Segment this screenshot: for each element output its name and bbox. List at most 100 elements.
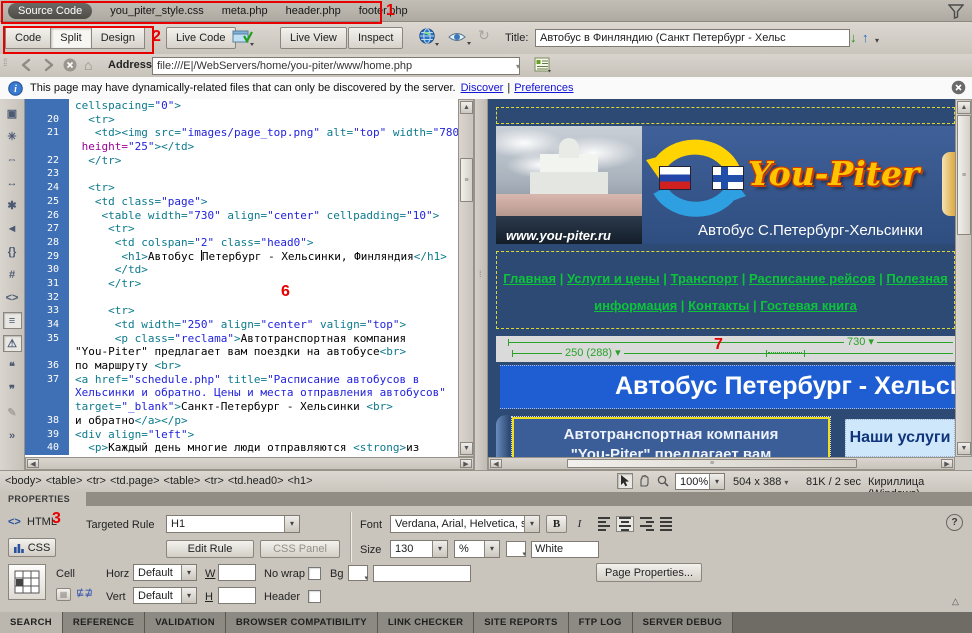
code-line[interactable]: 22 </tr> bbox=[25, 154, 458, 168]
code-view-button[interactable]: Code bbox=[5, 27, 51, 49]
home-icon[interactable]: ⌂ bbox=[84, 57, 92, 73]
italic-button[interactable]: I bbox=[570, 515, 589, 533]
scroll-down-icon[interactable]: ▼ bbox=[460, 442, 473, 455]
collapse-selection-icon[interactable]: ↔ bbox=[3, 174, 22, 191]
design-nav-link[interactable]: Расписание рейсов bbox=[749, 271, 875, 286]
targeted-rule-select[interactable]: H1▾ bbox=[166, 515, 300, 533]
text-color-input[interactable]: White bbox=[531, 541, 599, 558]
code-line[interactable]: 37<a href="schedule.php" title="Расписан… bbox=[25, 373, 458, 387]
open-documents-icon[interactable]: ▣ bbox=[3, 105, 22, 122]
visual-aids-eye-icon[interactable] bbox=[448, 29, 472, 46]
code-line[interactable]: Хельсинки и обратно. Цены и места отправ… bbox=[25, 386, 458, 400]
scroll-left-icon[interactable]: ◀ bbox=[27, 459, 39, 468]
help-icon[interactable]: ? bbox=[946, 514, 963, 531]
code-line[interactable]: 24 <tr> bbox=[25, 181, 458, 195]
design-vscrollbar[interactable]: ▲ ≡ ▼ bbox=[955, 99, 972, 457]
tab-css-file[interactable]: you_piter_style.css bbox=[110, 5, 204, 17]
view-list-icon[interactable] bbox=[534, 57, 552, 73]
font-select[interactable]: Verdana, Arial, Helvetica, sans-serif▾ bbox=[390, 515, 540, 533]
remove-comment-icon[interactable]: ❞ bbox=[3, 381, 22, 398]
design-h1[interactable]: Автобус Петербург - Хельсинки bbox=[500, 365, 955, 409]
code-line[interactable]: 40 <p>Каждый день многие люди отправляют… bbox=[25, 441, 458, 455]
address-dropdown-icon[interactable]: ▾ bbox=[516, 62, 520, 71]
forward-icon[interactable] bbox=[40, 57, 57, 73]
balance-braces-icon[interactable]: {} bbox=[3, 243, 22, 260]
size-select[interactable]: 130▾ bbox=[390, 540, 448, 558]
address-input[interactable]: file:///E|/WebServers/home/you-piter/www… bbox=[152, 57, 520, 75]
recent-snippets-icon[interactable]: » bbox=[3, 427, 22, 444]
scroll-left-icon[interactable]: ◀ bbox=[490, 459, 502, 468]
funnel-icon[interactable] bbox=[948, 4, 964, 19]
width-input[interactable] bbox=[218, 564, 256, 581]
file-menu-arrow-icon[interactable]: ▾ bbox=[875, 36, 879, 45]
design-hscrollbar[interactable]: ◀ ≡ ▶ bbox=[488, 457, 955, 470]
tag-selector-item[interactable]: <tr> bbox=[86, 475, 106, 487]
live-view-button[interactable]: Live View bbox=[280, 27, 347, 49]
size-unit-select[interactable]: %▾ bbox=[454, 540, 500, 558]
zoom-tool-icon[interactable] bbox=[655, 473, 671, 489]
close-icon[interactable] bbox=[951, 80, 966, 95]
vert-select[interactable]: Default▾ bbox=[133, 587, 197, 604]
live-code-button[interactable]: Live Code bbox=[166, 27, 236, 49]
window-size-select[interactable]: 504 x 388 ▾ bbox=[733, 476, 788, 488]
align-justify-icon[interactable] bbox=[658, 516, 676, 532]
scroll-right-icon[interactable]: ▶ bbox=[941, 459, 953, 468]
results-tab-search[interactable]: SEARCH bbox=[0, 612, 63, 633]
scroll-right-icon[interactable]: ▶ bbox=[460, 459, 472, 468]
edit-rule-button[interactable]: Edit Rule bbox=[166, 540, 254, 558]
column-width-label-250[interactable]: 250 (288) ▾ bbox=[562, 348, 624, 359]
highlight-invalid-code-icon[interactable]: <> bbox=[3, 289, 22, 306]
design-nav-link[interactable]: Контакты bbox=[688, 298, 749, 313]
format-source-code-icon[interactable]: ✎ bbox=[3, 404, 22, 421]
align-left-icon[interactable] bbox=[596, 516, 614, 532]
code-line[interactable]: 29 <h1>Автобус Петербург - Хельсинки, Фи… bbox=[25, 250, 458, 264]
design-header-banner[interactable]: You-Piter Автобус С.Петербург-Хельсинки … bbox=[496, 126, 955, 244]
code-vscroll-thumb[interactable]: ≡ bbox=[460, 158, 473, 202]
back-icon[interactable] bbox=[18, 57, 35, 73]
bg-color-swatch[interactable] bbox=[348, 565, 368, 581]
code-line[interactable]: 28 <td colspan="2" class="head0"> bbox=[25, 236, 458, 250]
code-line[interactable]: 34 <td width="250" align="center" valign… bbox=[25, 318, 458, 332]
code-view[interactable]: cellspacing="0">20 <tr>21 <td><img src="… bbox=[25, 99, 458, 457]
results-tab-ftp-log[interactable]: FTP LOG bbox=[569, 612, 633, 633]
results-tab-browser-compatibility[interactable]: BROWSER COMPATIBILITY bbox=[226, 612, 378, 633]
code-line[interactable]: height="25"></td> bbox=[25, 140, 458, 154]
title-input[interactable]: Автобус в Финляндию (Санкт Петербург - Х… bbox=[535, 29, 850, 47]
code-line[interactable]: cellspacing="0"> bbox=[25, 99, 458, 113]
scroll-up-icon[interactable]: ▲ bbox=[957, 101, 971, 114]
scroll-down-icon[interactable]: ▼ bbox=[957, 442, 971, 455]
merge-cells-icon[interactable]: ▦ bbox=[56, 588, 71, 601]
collapse-panel-icon[interactable]: △ bbox=[952, 596, 959, 607]
line-numbers-icon[interactable]: # bbox=[3, 266, 22, 283]
design-view[interactable]: You-Piter Автобус С.Петербург-Хельсинки … bbox=[488, 99, 955, 457]
tab-footer-php[interactable]: footer.php bbox=[359, 5, 408, 17]
tag-selector-item[interactable]: <body> bbox=[5, 475, 42, 487]
design-hscroll-thumb[interactable]: ≡ bbox=[567, 459, 857, 468]
bold-button[interactable]: B bbox=[546, 515, 567, 533]
tag-selector-item[interactable]: <td.head0> bbox=[228, 475, 284, 487]
bg-color-input[interactable] bbox=[373, 565, 471, 582]
properties-tab[interactable]: PROPERTIES bbox=[0, 492, 86, 506]
tab-source-code[interactable]: Source Code bbox=[8, 3, 92, 19]
preview-globe-icon[interactable] bbox=[418, 28, 440, 47]
collapse-full-tag-icon[interactable]: ⇔ bbox=[3, 151, 22, 168]
split-view-button[interactable]: Split bbox=[50, 27, 91, 49]
tag-selector-item[interactable]: <tr> bbox=[204, 475, 224, 487]
text-color-swatch[interactable] bbox=[506, 541, 526, 557]
code-line[interactable]: 33 <tr> bbox=[25, 304, 458, 318]
scroll-up-icon[interactable]: ▲ bbox=[460, 101, 473, 114]
code-line[interactable]: 39<div align="left"> bbox=[25, 428, 458, 442]
tag-selector-item[interactable]: <table> bbox=[164, 475, 201, 487]
code-hscrollbar[interactable]: ◀ ▶ bbox=[25, 457, 474, 470]
show-code-navigator-icon[interactable]: ✳ bbox=[3, 128, 22, 145]
horz-select[interactable]: Default▾ bbox=[133, 564, 197, 581]
code-vscrollbar[interactable]: ▲ ≡ ▼ bbox=[458, 99, 474, 457]
syntax-error-alerts-icon[interactable]: ⚠ bbox=[3, 335, 22, 352]
stop-icon[interactable] bbox=[62, 57, 78, 73]
split-cell-icon[interactable]: ⋢⋣ bbox=[76, 588, 93, 599]
hand-tool-icon[interactable] bbox=[636, 473, 652, 489]
design-nav-link[interactable]: Гостевая книга bbox=[760, 298, 857, 313]
select-parent-tag-icon[interactable]: ◄ bbox=[3, 220, 22, 237]
browser-check-icon[interactable] bbox=[232, 28, 254, 46]
code-line[interactable]: 27 <tr> bbox=[25, 222, 458, 236]
